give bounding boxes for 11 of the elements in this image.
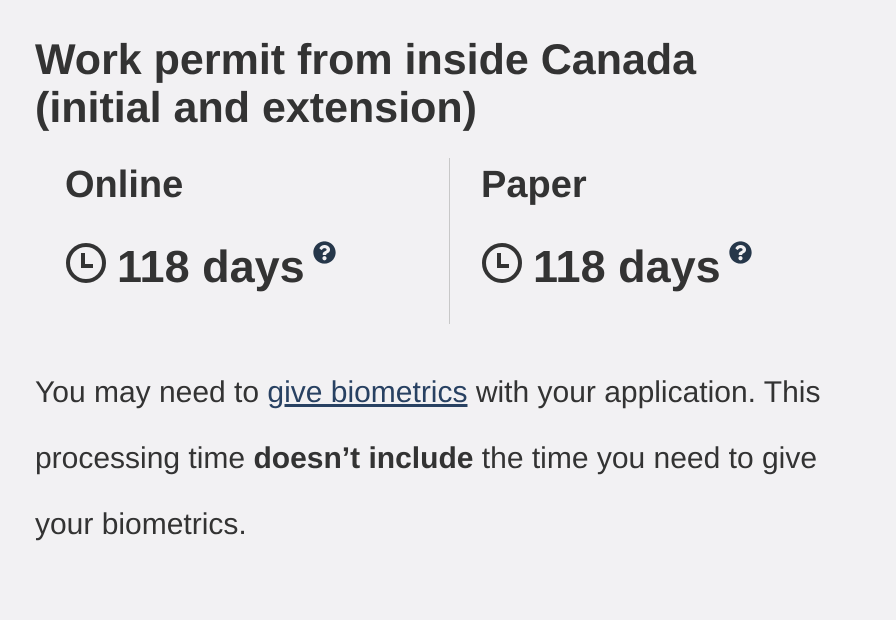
processing-time: 118 days — [117, 241, 305, 293]
help-icon[interactable] — [312, 241, 336, 264]
clock-icon — [481, 242, 523, 284]
biometrics-note: You may need to give biometrics with your application. This processing time doesn’t include the time you need to give your biometrics. — [35, 375, 822, 543]
method-label: Paper — [481, 164, 587, 207]
processing-time: 118 days — [533, 241, 721, 293]
clock-icon — [65, 242, 107, 284]
help-icon[interactable] — [728, 241, 752, 264]
page-title: Work permit from inside Canada (initial and extension) — [35, 36, 698, 132]
method-label: Online — [65, 164, 184, 207]
biometrics-link[interactable]: give biometrics — [267, 376, 468, 409]
